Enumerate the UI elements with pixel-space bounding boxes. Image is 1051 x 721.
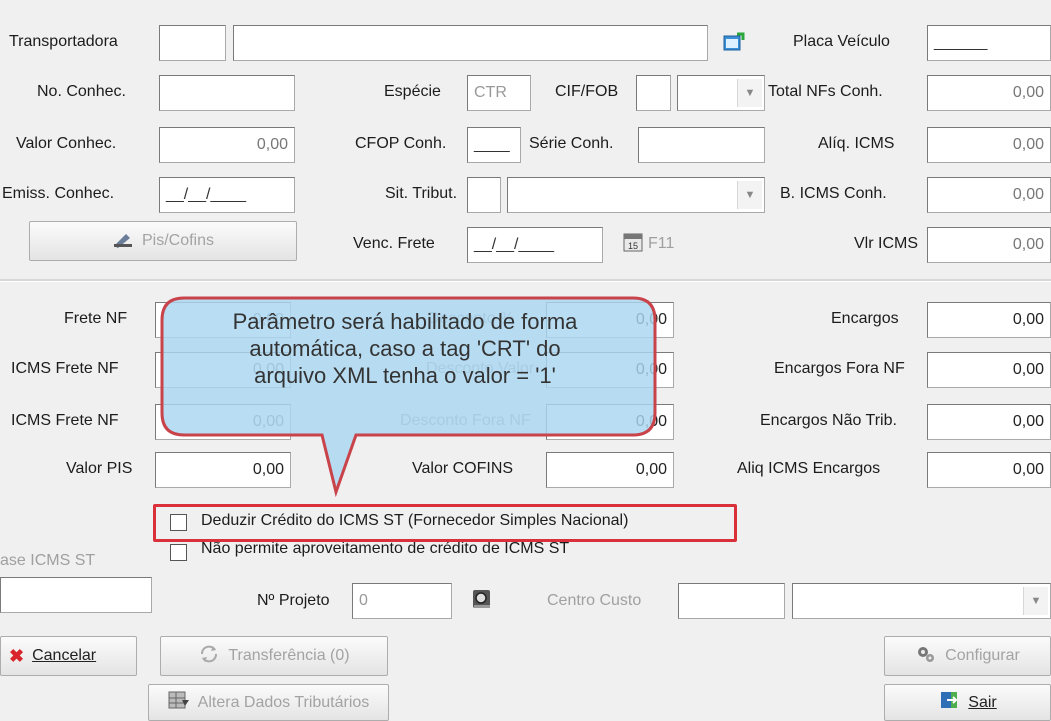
desconto-valor-field[interactable]: 0,00 [546, 352, 674, 388]
emiss-conhec-label: Emiss. Conhec. [2, 185, 115, 202]
nao-permite-checkbox[interactable] [170, 544, 187, 561]
icms-frete-nf-2-field[interactable]: 0,00 [155, 404, 291, 440]
sit-tribut-label: Sit. Tribut. [385, 185, 458, 202]
desconto-pct-label: Desconto % [428, 310, 515, 327]
venc-frete-field[interactable]: __/__/____ [467, 227, 603, 263]
projeto-search-icon[interactable] [470, 587, 494, 616]
serie-conh-field[interactable] [638, 127, 765, 163]
cfop-conh-label: CFOP Conh. [355, 135, 447, 152]
transferencia-button[interactable]: Transferência (0) [160, 636, 388, 676]
svg-text:15: 15 [628, 241, 638, 251]
cif-fob-label: CIF/FOB [555, 83, 619, 100]
exit-door-icon [938, 689, 960, 716]
document-table-icon [168, 690, 190, 715]
pencil-edit-icon [112, 230, 134, 253]
encargos-field[interactable]: 0,00 [927, 302, 1051, 338]
venc-frete-label: Venc. Frete [353, 235, 435, 252]
projeto-label: Nº Projeto [257, 592, 330, 609]
cif-fob-code-field[interactable] [636, 75, 671, 111]
sit-tribut-select[interactable]: ▼ [507, 177, 765, 213]
projeto-field[interactable]: 0 [352, 583, 452, 619]
chevron-down-icon[interactable]: ▼ [737, 181, 762, 209]
chevron-down-icon[interactable]: ▼ [1023, 587, 1048, 615]
valor-pis-label: Valor PIS [66, 460, 133, 477]
transportadora-code-field[interactable] [159, 25, 226, 61]
b-icms-conh-field[interactable]: 0,00 [927, 177, 1051, 213]
aliq-icms-encargos-label: Aliq ICMS Encargos [737, 460, 881, 477]
valor-conhec-field[interactable]: 0,00 [159, 127, 295, 163]
valor-cofins-field[interactable]: 0,00 [546, 452, 674, 488]
aliq-icms-encargos-field[interactable]: 0,00 [927, 452, 1051, 488]
sair-label: Sair [968, 693, 997, 711]
serie-conh-label: Série Conh. [529, 135, 614, 152]
desconto-pct-field[interactable]: 0,00 [546, 302, 674, 338]
refresh-icon [198, 643, 220, 670]
icms-frete-nf-2-label: ICMS Frete NF [11, 412, 119, 429]
valor-cofins-label: Valor COFINS [412, 460, 514, 477]
f11-shortcut-label: F11 [648, 235, 675, 252]
transportadora-lookup-icon[interactable] [723, 32, 745, 57]
aliq-icms-field[interactable]: 0,00 [927, 127, 1051, 163]
total-nfs-label: Total NFs Conh. [768, 83, 883, 100]
desconto-fora-nf-label: Desconto Fora NF [400, 412, 531, 429]
total-nfs-field[interactable]: 0,00 [927, 75, 1051, 111]
frete-nf-label: Frete NF [64, 310, 128, 327]
b-icms-conh-label: B. ICMS Conh. [780, 185, 887, 202]
configurar-label: Configurar [945, 647, 1020, 664]
placa-veiculo-field[interactable]: ______ [927, 25, 1051, 61]
vlr-icms-label: Vlr ICMS [854, 235, 918, 252]
especie-field[interactable]: CTR [467, 75, 531, 111]
section-divider [0, 279, 1051, 282]
altera-dados-label: Altera Dados Tributários [197, 693, 370, 711]
nao-permite-label: Não permite aproveitamento de crédito de… [201, 540, 570, 557]
configurar-button[interactable]: Configurar [884, 636, 1051, 676]
encargos-label: Encargos [831, 310, 899, 327]
deduzir-credito-label: Deduzir Crédito do ICMS ST (Fornecedor S… [201, 512, 629, 529]
transportadora-name-field[interactable] [233, 25, 708, 61]
centro-custo-select[interactable]: ▼ [792, 583, 1051, 619]
deduzir-credito-checkbox[interactable] [170, 514, 187, 531]
icms-frete-nf-label: ICMS Frete NF [11, 360, 119, 377]
desconto-fora-nf-field[interactable]: 0,00 [546, 404, 674, 440]
cancelar-label: Cancelar [32, 647, 97, 664]
encargos-nao-trib-field[interactable]: 0,00 [927, 404, 1051, 440]
valor-pis-field[interactable]: 0,00 [155, 452, 291, 488]
transferencia-label: Transferência (0) [228, 647, 350, 664]
especie-label: Espécie [384, 83, 441, 100]
transportadora-label: Transportadora [9, 33, 118, 50]
vlr-icms-field[interactable]: 0,00 [927, 227, 1051, 263]
base-icms-st-label: ase ICMS ST [0, 552, 96, 569]
encargos-fora-nf-label: Encargos Fora NF [774, 360, 905, 377]
close-icon: ✖ [9, 645, 25, 666]
base-icms-st-field[interactable] [0, 577, 152, 613]
centro-custo-code-field[interactable] [678, 583, 785, 619]
pis-cofins-label: Pis/Cofins [141, 232, 215, 249]
sair-button[interactable]: Sair [884, 684, 1051, 721]
cancelar-button[interactable]: ✖ Cancelar [0, 636, 137, 676]
calendar-icon[interactable]: 15 [623, 232, 643, 257]
frete-nf-field[interactable]: 0,00 [155, 302, 291, 338]
valor-conhec-label: Valor Conhec. [16, 135, 117, 152]
no-conhec-field[interactable] [159, 75, 295, 111]
cif-fob-select[interactable]: ▼ [677, 75, 765, 111]
emiss-conhec-field[interactable]: __/__/____ [159, 177, 295, 213]
icms-frete-nf-field[interactable]: 0,00 [155, 352, 291, 388]
sit-tribut-code-field[interactable] [467, 177, 501, 213]
gear-icon [915, 643, 937, 670]
chevron-down-icon[interactable]: ▼ [737, 79, 762, 107]
nota-fiscal-form: Transportadora Placa Veículo ______ No. … [0, 0, 1051, 721]
pis-cofins-button[interactable]: Pis/Cofins [29, 221, 297, 261]
aliq-icms-label: Alíq. ICMS [818, 135, 895, 152]
placa-veiculo-label: Placa Veículo [793, 33, 890, 50]
cfop-conh-field[interactable]: ____ [467, 127, 521, 163]
encargos-fora-nf-field[interactable]: 0,00 [927, 352, 1051, 388]
altera-dados-tributarios-button[interactable]: Altera Dados Tributários [148, 684, 389, 721]
encargos-nao-trib-label: Encargos Não Trib. [760, 412, 897, 429]
centro-custo-label: Centro Custo [547, 592, 642, 609]
desconto-valor-label: Desconto Valor [426, 360, 535, 377]
no-conhec-label: No. Conhec. [37, 83, 126, 100]
